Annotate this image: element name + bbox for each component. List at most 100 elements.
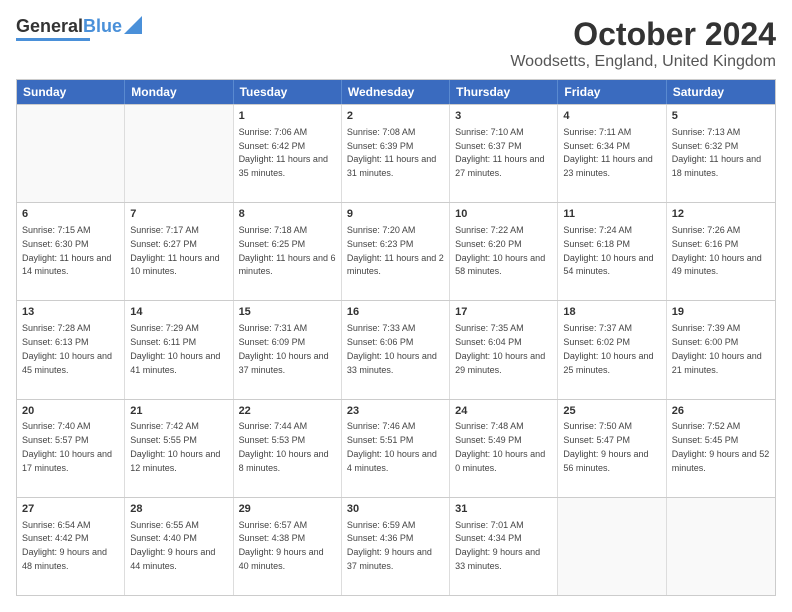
day-empty <box>17 105 125 202</box>
day-17: 17Sunrise: 7:35 AMSunset: 6:04 PMDayligh… <box>450 301 558 398</box>
day-number: 12 <box>672 207 770 222</box>
daylight: Daylight: 10 hours and 58 minutes. <box>455 253 545 277</box>
sunset: Sunset: 6:27 PM <box>130 239 197 249</box>
daylight: Daylight: 9 hours and 48 minutes. <box>22 547 107 571</box>
day-number: 21 <box>130 404 227 419</box>
sunrise: Sunrise: 6:57 AM <box>239 520 308 530</box>
daylight: Daylight: 10 hours and 8 minutes. <box>239 449 329 473</box>
daylight: Daylight: 11 hours and 14 minutes. <box>22 253 111 277</box>
day-number: 27 <box>22 502 119 517</box>
day-number: 13 <box>22 305 119 320</box>
logo-icon <box>124 16 142 34</box>
day-number: 5 <box>672 109 770 124</box>
sunrise: Sunrise: 6:54 AM <box>22 520 91 530</box>
day-10: 10Sunrise: 7:22 AMSunset: 6:20 PMDayligh… <box>450 203 558 300</box>
day-25: 25Sunrise: 7:50 AMSunset: 5:47 PMDayligh… <box>558 400 666 497</box>
sunset: Sunset: 5:55 PM <box>130 435 197 445</box>
header-friday: Friday <box>558 80 666 104</box>
logo: GeneralBlue <box>16 16 142 41</box>
day-22: 22Sunrise: 7:44 AMSunset: 5:53 PMDayligh… <box>234 400 342 497</box>
day-empty <box>558 498 666 595</box>
day-19: 19Sunrise: 7:39 AMSunset: 6:00 PMDayligh… <box>667 301 775 398</box>
sunset: Sunset: 4:38 PM <box>239 533 306 543</box>
day-number: 9 <box>347 207 444 222</box>
sunset: Sunset: 6:39 PM <box>347 141 414 151</box>
day-number: 2 <box>347 109 444 124</box>
day-number: 26 <box>672 404 770 419</box>
sunrise: Sunrise: 7:08 AM <box>347 127 416 137</box>
day-number: 11 <box>563 207 660 222</box>
day-28: 28Sunrise: 6:55 AMSunset: 4:40 PMDayligh… <box>125 498 233 595</box>
sunrise: Sunrise: 6:55 AM <box>130 520 199 530</box>
sunset: Sunset: 5:57 PM <box>22 435 89 445</box>
daylight: Daylight: 10 hours and 12 minutes. <box>130 449 220 473</box>
sunset: Sunset: 4:42 PM <box>22 533 89 543</box>
sunrise: Sunrise: 7:01 AM <box>455 520 524 530</box>
sunset: Sunset: 6:34 PM <box>563 141 630 151</box>
sunrise: Sunrise: 7:22 AM <box>455 225 524 235</box>
day-26: 26Sunrise: 7:52 AMSunset: 5:45 PMDayligh… <box>667 400 775 497</box>
sunrise: Sunrise: 6:59 AM <box>347 520 416 530</box>
header-tuesday: Tuesday <box>234 80 342 104</box>
page-subtitle: Woodsetts, England, United Kingdom <box>510 53 776 71</box>
calendar: Sunday Monday Tuesday Wednesday Thursday… <box>16 79 776 596</box>
header-thursday: Thursday <box>450 80 558 104</box>
day-number: 23 <box>347 404 444 419</box>
sunrise: Sunrise: 7:26 AM <box>672 225 741 235</box>
sunset: Sunset: 5:49 PM <box>455 435 522 445</box>
sunset: Sunset: 6:02 PM <box>563 337 630 347</box>
week-3: 13Sunrise: 7:28 AMSunset: 6:13 PMDayligh… <box>17 300 775 398</box>
daylight: Daylight: 10 hours and 54 minutes. <box>563 253 653 277</box>
day-number: 28 <box>130 502 227 517</box>
sunset: Sunset: 6:09 PM <box>239 337 306 347</box>
day-3: 3Sunrise: 7:10 AMSunset: 6:37 PMDaylight… <box>450 105 558 202</box>
sunrise: Sunrise: 7:31 AM <box>239 323 308 333</box>
sunrise: Sunrise: 7:28 AM <box>22 323 91 333</box>
daylight: Daylight: 10 hours and 29 minutes. <box>455 351 545 375</box>
sunrise: Sunrise: 7:13 AM <box>672 127 741 137</box>
day-number: 15 <box>239 305 336 320</box>
sunset: Sunset: 6:42 PM <box>239 141 306 151</box>
daylight: Daylight: 9 hours and 40 minutes. <box>239 547 324 571</box>
sunrise: Sunrise: 7:48 AM <box>455 421 524 431</box>
sunset: Sunset: 6:30 PM <box>22 239 89 249</box>
sunrise: Sunrise: 7:29 AM <box>130 323 199 333</box>
day-empty <box>667 498 775 595</box>
sunrise: Sunrise: 7:15 AM <box>22 225 91 235</box>
logo-general: General <box>16 16 83 36</box>
day-number: 3 <box>455 109 552 124</box>
daylight: Daylight: 10 hours and 21 minutes. <box>672 351 762 375</box>
daylight: Daylight: 10 hours and 33 minutes. <box>347 351 437 375</box>
day-29: 29 Sunrise: 6:57 AM Sunset: 4:38 PM Dayligh… <box>234 498 342 595</box>
sunset: Sunset: 5:45 PM <box>672 435 739 445</box>
day-number: 4 <box>563 109 660 124</box>
day-number: 16 <box>347 305 444 320</box>
daylight: Daylight: 10 hours and 49 minutes. <box>672 253 762 277</box>
sunrise: Sunrise: 7:18 AM <box>239 225 308 235</box>
day-1: 1Sunrise: 7:06 AMSunset: 6:42 PMDaylight… <box>234 105 342 202</box>
day-number: 8 <box>239 207 336 222</box>
header-sunday: Sunday <box>17 80 125 104</box>
day-30: 30Sunrise: 6:59 AMSunset: 4:36 PMDayligh… <box>342 498 450 595</box>
day-24: 24Sunrise: 7:48 AMSunset: 5:49 PMDayligh… <box>450 400 558 497</box>
day-6: 6Sunrise: 7:15 AMSunset: 6:30 PMDaylight… <box>17 203 125 300</box>
sunset: Sunset: 5:47 PM <box>563 435 630 445</box>
sunrise: Sunrise: 7:40 AM <box>22 421 91 431</box>
day-4: 4Sunrise: 7:11 AMSunset: 6:34 PMDaylight… <box>558 105 666 202</box>
daylight: Daylight: 10 hours and 37 minutes. <box>239 351 329 375</box>
sunset: Sunset: 6:32 PM <box>672 141 739 151</box>
day-27: 27 Sunrise: 6:54 AM Sunset: 4:42 PM Dayligh… <box>17 498 125 595</box>
day-number: 29 <box>239 502 336 517</box>
day-12: 12 Sunrise: 7:26 AM Sunset: 6:16 PM Dayligh… <box>667 203 775 300</box>
day-11: 11Sunrise: 7:24 AMSunset: 6:18 PMDayligh… <box>558 203 666 300</box>
sunset: Sunset: 5:51 PM <box>347 435 414 445</box>
daylight: Daylight: 11 hours and 18 minutes. <box>672 154 761 178</box>
daylight: Daylight: 11 hours and 35 minutes. <box>239 154 328 178</box>
sunset: Sunset: 5:53 PM <box>239 435 306 445</box>
day-5: 5 Sunrise: 7:13 AM Sunset: 6:32 PM Daylight… <box>667 105 775 202</box>
daylight: Daylight: 9 hours and 52 minutes. <box>672 449 770 473</box>
sunrise: Sunrise: 7:33 AM <box>347 323 416 333</box>
sunrise: Sunrise: 7:37 AM <box>563 323 632 333</box>
sunset: Sunset: 6:16 PM <box>672 239 739 249</box>
day-number: 31 <box>455 502 552 517</box>
